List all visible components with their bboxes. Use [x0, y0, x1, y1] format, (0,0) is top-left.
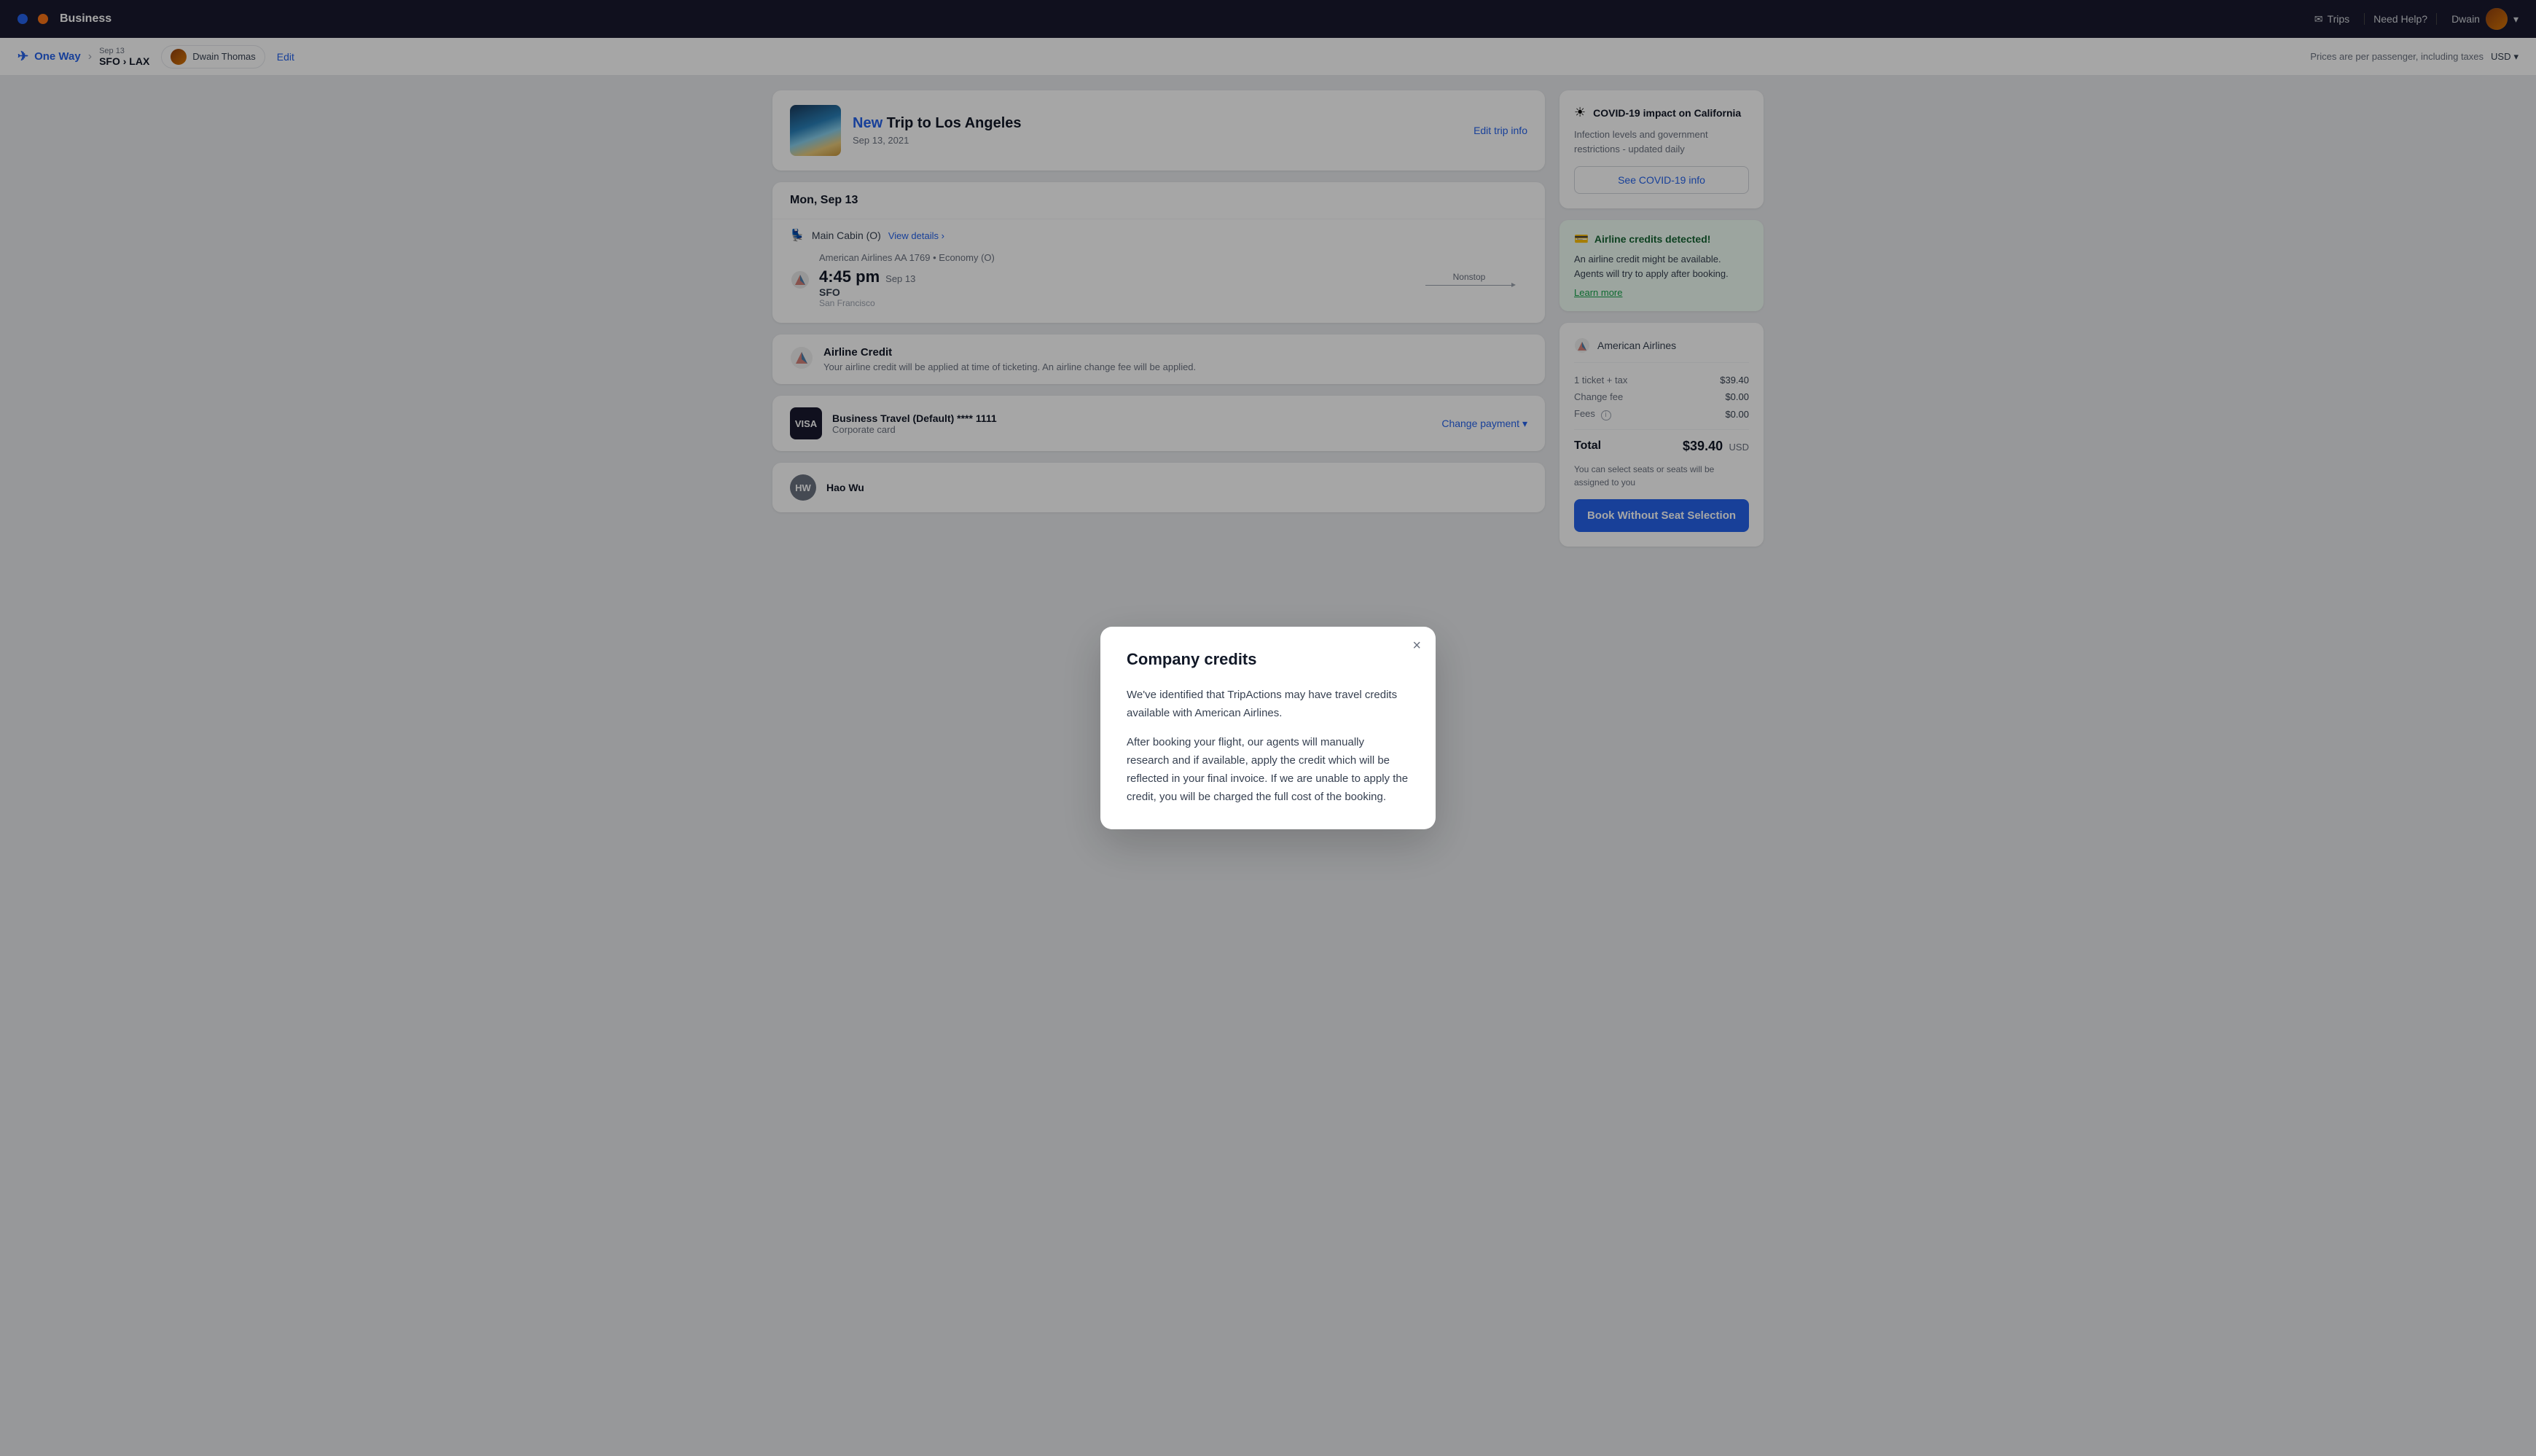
modal-close-button[interactable]: ×: [1412, 638, 1421, 653]
modal-title: Company credits: [1127, 650, 1409, 669]
company-credits-modal: × Company credits We've identified that …: [1100, 627, 1436, 830]
modal-body-paragraph-2: After booking your flight, our agents wi…: [1127, 734, 1409, 806]
modal-body: We've identified that TripActions may ha…: [1127, 686, 1409, 807]
modal-body-paragraph-1: We've identified that TripActions may ha…: [1127, 686, 1409, 723]
modal-overlay[interactable]: × Company credits We've identified that …: [0, 0, 2536, 1456]
